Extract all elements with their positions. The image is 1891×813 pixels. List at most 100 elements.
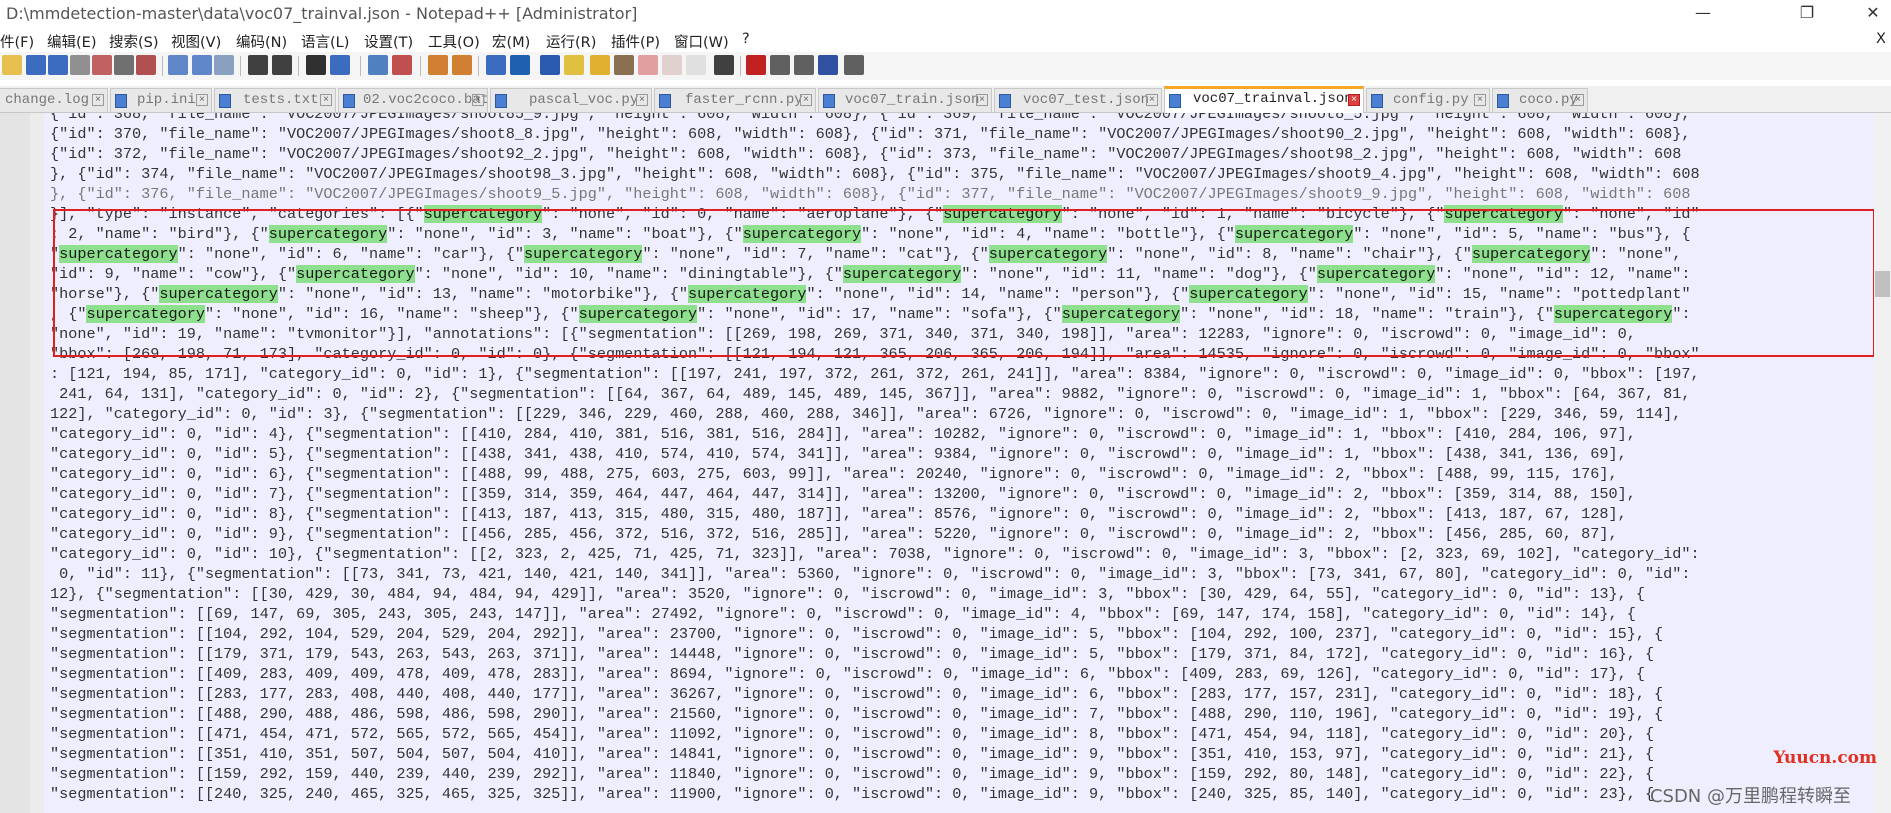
tab-close-icon[interactable]: × — [636, 94, 648, 106]
tab-config-py[interactable]: config.py × — [1366, 88, 1490, 112]
code-line[interactable]: }, {"id": 374, "file_name": "VOC2007/JPE… — [50, 164, 1700, 184]
menu-window[interactable]: 窗口(W) — [674, 31, 729, 52]
code-line[interactable]: "bbox": [269, 198, 71, 173], "category_i… — [50, 344, 1700, 364]
tab-faster-rcnn-py[interactable]: faster_rcnn.py × — [654, 88, 816, 112]
minimize-button[interactable]: — — [1680, 2, 1726, 24]
tab-pip-ini[interactable]: pip.ini × — [110, 88, 212, 112]
menu-help[interactable]: ? — [742, 31, 750, 47]
code-line[interactable]: "horse"}, {"supercategory": "none", "id"… — [50, 284, 1691, 304]
menu-macro[interactable]: 宏(M) — [492, 31, 530, 52]
tab-coco-py[interactable]: coco.py × — [1492, 88, 1588, 112]
stop-recording-icon[interactable] — [770, 55, 790, 75]
code-line[interactable]: "segmentation": [[471, 454, 471, 572, 56… — [50, 724, 1654, 744]
word-wrap-icon[interactable] — [486, 55, 506, 75]
code-line[interactable]: "segmentation": [[409, 283, 409, 409, 47… — [50, 664, 1645, 684]
code-line[interactable]: 122], "category_id": 0, "id": 3}, {"segm… — [50, 404, 1681, 424]
code-line[interactable]: : 2, "name": "bird"}, {"supercategory": … — [50, 224, 1691, 244]
code-line[interactable]: "category_id": 0, "id": 10}, {"segmentat… — [50, 544, 1700, 564]
code-line[interactable]: "none", "id": 19, "name": "tvmonitor"}],… — [50, 324, 1636, 344]
tab-close-icon[interactable]: × — [472, 94, 484, 106]
tab-close-icon[interactable]: × — [196, 94, 208, 106]
code-line[interactable]: "category_id": 0, "id": 8}, {"segmentati… — [50, 504, 1627, 524]
tab-tests-txt[interactable]: tests.txt × — [214, 88, 336, 112]
record-macro-icon[interactable] — [746, 55, 766, 75]
code-line[interactable]: "segmentation": [[283, 177, 283, 408, 44… — [50, 684, 1663, 704]
folder-workspace-icon[interactable] — [638, 55, 658, 75]
code-line[interactable]: "segmentation": [[69, 147, 69, 305, 243,… — [50, 604, 1636, 624]
code-line[interactable]: {"id": 370, "file_name": "VOC2007/JPEGIm… — [50, 124, 1691, 144]
tab-voc2coco-bat[interactable]: 02.voc2coco.bat × — [338, 88, 488, 112]
run-macro-multiple-icon[interactable] — [818, 55, 838, 75]
menu-plugins[interactable]: 插件(P) — [611, 31, 660, 52]
vertical-scrollbar[interactable] — [1874, 113, 1891, 813]
code-line[interactable]: "segmentation": [[351, 410, 351, 507, 50… — [50, 744, 1654, 764]
code-line[interactable]: "category_id": 0, "id": 5}, {"segmentati… — [50, 444, 1627, 464]
code-line[interactable]: "segmentation": [[159, 292, 159, 440, 23… — [50, 764, 1654, 784]
document-map-icon[interactable] — [590, 55, 610, 75]
zoom-in-icon[interactable] — [368, 55, 388, 75]
code-line[interactable]: {"id": 368, "file_name": "VOC2007/JPEGIm… — [50, 113, 1691, 124]
tab-close-icon[interactable]: × — [976, 94, 988, 106]
close-folder-icon[interactable] — [662, 55, 682, 75]
menu-encoding[interactable]: 编码(N) — [236, 31, 287, 52]
code-line[interactable]: "segmentation": [[488, 290, 488, 486, 59… — [50, 704, 1663, 724]
menu-view[interactable]: 视图(V) — [171, 31, 221, 52]
code-line[interactable]: "category_id": 0, "id": 7}, {"segmentati… — [50, 484, 1636, 504]
sync-vertical-icon[interactable] — [428, 55, 448, 75]
code-line[interactable]: {"id": 372, "file_name": "VOC2007/JPEGIm… — [50, 144, 1681, 164]
code-line[interactable]: "id": 9, "name": "cow"}, {"supercategory… — [50, 264, 1691, 284]
open-icon[interactable] — [2, 55, 22, 75]
text-area[interactable]: {"id": 368, "file_name": "VOC2007/JPEGIm… — [44, 113, 1874, 813]
code-line[interactable]: : [121, 194, 85, 171], "category_id": 0,… — [50, 364, 1700, 384]
menu-run[interactable]: 运行(R) — [546, 31, 596, 52]
indent-guide-icon[interactable] — [540, 55, 560, 75]
code-line[interactable]: "supercategory": "none", "id": 6, "name"… — [50, 244, 1681, 264]
code-line[interactable]: 241, 64, 131], "category_id": 0, "id": 2… — [50, 384, 1690, 404]
tab-close-icon[interactable]: × — [92, 94, 104, 106]
tab-voc07-train-json[interactable]: voc07_train.json × — [818, 88, 992, 112]
tab-close-icon[interactable]: × — [1572, 94, 1584, 106]
save-all-icon[interactable] — [48, 55, 68, 75]
code-line[interactable]: }, {"id": 376, "file_name": "VOC2007/JPE… — [50, 184, 1691, 204]
tab-close-icon[interactable]: × — [1348, 94, 1360, 106]
user-defined-language-icon[interactable] — [564, 55, 584, 75]
code-line[interactable]: "segmentation": [[104, 292, 104, 529, 20… — [50, 624, 1663, 644]
menu-tools[interactable]: 工具(O) — [428, 31, 480, 52]
tab-close-icon[interactable]: × — [320, 94, 332, 106]
menu-close-icon[interactable]: X — [1876, 31, 1886, 47]
close-icon[interactable] — [70, 55, 90, 75]
sync-horizontal-icon[interactable] — [452, 55, 472, 75]
show-all-chars-icon[interactable] — [510, 55, 530, 75]
menu-file[interactable]: 件(F) — [0, 31, 34, 52]
close-button[interactable]: ✕ — [1850, 2, 1891, 24]
replace-icon[interactable] — [330, 55, 350, 75]
menu-language[interactable]: 语言(L) — [301, 31, 349, 52]
undo-icon[interactable] — [248, 55, 268, 75]
tab-voc07-trainval-json[interactable]: voc07_trainval.json × — [1164, 86, 1364, 113]
zoom-out-icon[interactable] — [392, 55, 412, 75]
monitoring-eye-icon[interactable] — [714, 55, 734, 75]
code-line[interactable]: 0, "id": 11}, {"segmentation": [[73, 341… — [50, 564, 1690, 584]
code-line[interactable]: , {"supercategory": "none", "id": 16, "n… — [50, 304, 1691, 324]
save-macro-icon[interactable] — [844, 55, 864, 75]
restore-button[interactable]: ❐ — [1784, 2, 1830, 24]
tab-change-log[interactable]: change.log × — [0, 88, 108, 112]
menu-settings[interactable]: 设置(T) — [364, 31, 413, 52]
code-line[interactable]: "category_id": 0, "id": 6}, {"segmentati… — [50, 464, 1618, 484]
function-list-icon[interactable] — [614, 55, 634, 75]
close-all-icon[interactable] — [92, 55, 112, 75]
tab-pascal-voc-py[interactable]: pascal_voc.py × — [490, 88, 652, 112]
menu-search[interactable]: 搜索(S) — [109, 31, 159, 52]
code-line[interactable]: "segmentation": [[179, 371, 179, 543, 26… — [50, 644, 1654, 664]
scrollbar-thumb[interactable] — [1875, 271, 1890, 297]
code-line[interactable]: "category_id": 0, "id": 9}, {"segmentati… — [50, 524, 1618, 544]
tab-voc07-test-json[interactable]: voc07_test.json × — [994, 88, 1162, 112]
code-line[interactable]: "segmentation": [[240, 325, 240, 465, 32… — [50, 784, 1654, 804]
print-now-icon[interactable] — [136, 55, 156, 75]
tab-close-icon[interactable]: × — [1474, 94, 1486, 106]
code-line[interactable]: 12}, {"segmentation": [[30, 429, 30, 484… — [50, 584, 1645, 604]
print-icon[interactable] — [114, 55, 134, 75]
save-icon[interactable] — [26, 55, 46, 75]
play-macro-icon[interactable] — [794, 55, 814, 75]
code-line[interactable]: }], "type": "instance", "categories": [{… — [50, 204, 1700, 224]
